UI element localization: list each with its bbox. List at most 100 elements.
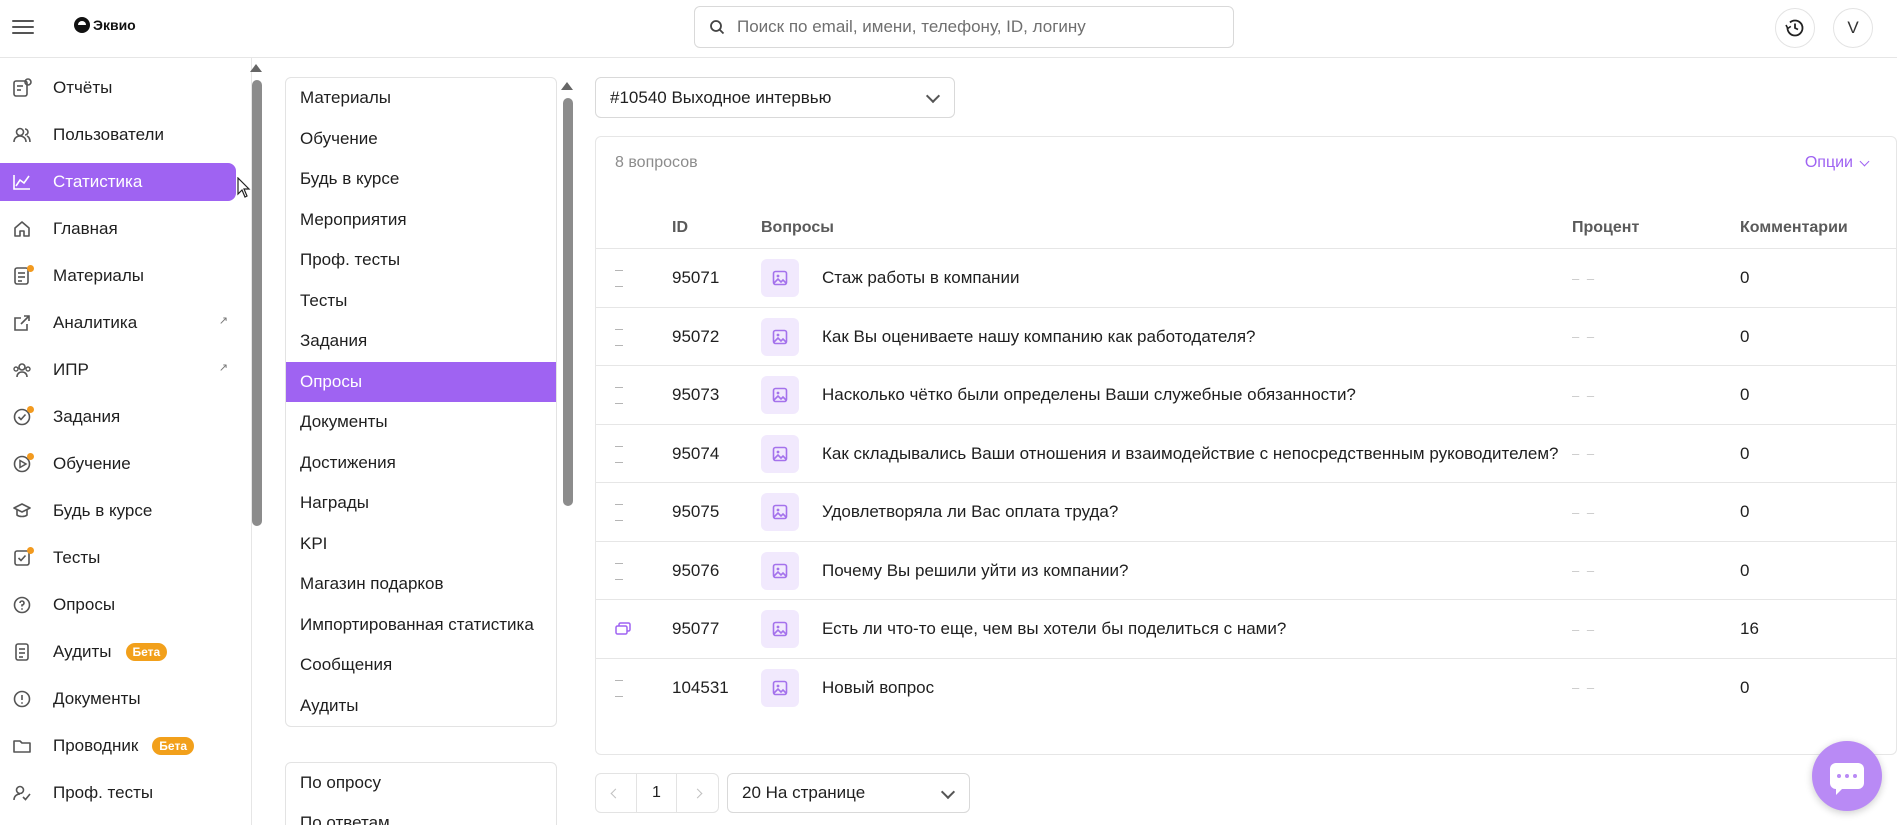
external-link-icon: ↗ <box>218 315 228 327</box>
category-item-active[interactable]: Опросы <box>286 361 556 402</box>
questions-table-card: 8 вопросов Опции ID Вопросы Процент Комм… <box>595 136 1897 755</box>
audits-icon <box>12 642 32 662</box>
folder-icon <box>12 736 32 756</box>
logo-text: Эквио <box>93 17 136 33</box>
table-row[interactable]: 95071 Стаж работы в компании – – 0 <box>596 249 1896 308</box>
category-item[interactable]: Будь в курсе <box>286 159 556 200</box>
question-percent: – – <box>1572 329 1597 344</box>
category-item[interactable]: Документы <box>286 402 556 443</box>
search-input[interactable] <box>737 17 1217 37</box>
category-item[interactable]: KPI <box>286 524 556 565</box>
row-expand-handle[interactable] <box>615 501 625 523</box>
row-expand-handle[interactable] <box>615 384 625 406</box>
options-button[interactable]: Опции <box>1804 154 1870 172</box>
logo[interactable]: Эквио <box>74 17 136 33</box>
question-id: 95077 <box>672 619 720 638</box>
row-expand-handle[interactable] <box>615 267 625 289</box>
comments-open-icon[interactable] <box>615 622 631 636</box>
sidebar-item-label: Пользователи <box>53 125 164 144</box>
category-scrollbar[interactable] <box>563 98 573 506</box>
category-item[interactable]: Тесты <box>286 281 556 322</box>
table-row[interactable]: 95072 Как Вы оцениваете нашу компанию ка… <box>596 308 1896 366</box>
question-comments: 0 <box>1740 385 1750 404</box>
user-avatar[interactable]: V <box>1833 8 1873 48</box>
row-expand-handle[interactable] <box>615 560 625 582</box>
sidebar-item-surveys[interactable]: Опросы <box>0 586 236 624</box>
question-id: 95075 <box>672 502 720 521</box>
table-row[interactable]: 104531 Новый вопрос – – 0 <box>596 659 1896 718</box>
survey-subcategory-list: По опросу По ответам <box>285 762 557 825</box>
row-expand-handle[interactable] <box>615 677 625 699</box>
search-box[interactable] <box>694 6 1234 48</box>
category-item[interactable]: Материалы <box>286 78 556 119</box>
sidebar-item-prof-tests[interactable]: Проф. тесты <box>0 774 236 812</box>
sidebar-item-label: Материалы <box>53 266 145 285</box>
sidebar-item-label: ИПР <box>53 360 89 379</box>
sidebar-item-materials[interactable]: Материалы <box>0 257 236 295</box>
sidebar-item-users[interactable]: Пользователи <box>0 116 236 154</box>
sidebar-scroll-up-arrow[interactable] <box>250 64 262 72</box>
question-text: Есть ли что-то еще, чем вы хотели бы под… <box>822 619 1287 638</box>
options-label: Опции <box>1804 154 1853 171</box>
category-item[interactable]: Магазин подарков <box>286 564 556 605</box>
sidebar-item-tests[interactable]: Тесты <box>0 539 236 577</box>
survey-select[interactable]: #10540 Выходное интервью <box>595 77 955 118</box>
sidebar-item-ipr[interactable]: ИПР ↗ <box>0 351 236 389</box>
category-scroll-up-arrow[interactable] <box>561 82 573 90</box>
category-item[interactable]: Проф. тесты <box>286 240 556 281</box>
sidebar-scrollbar[interactable] <box>252 80 262 526</box>
sidebar-item-tasks[interactable]: Задания <box>0 398 236 436</box>
image-icon <box>761 317 799 356</box>
sidebar-item-statistics[interactable]: Статистика <box>0 163 236 201</box>
per-page-select[interactable]: 20 На странице <box>727 773 970 813</box>
next-page-button[interactable] <box>677 774 718 812</box>
subcategory-item[interactable]: По ответам <box>286 803 556 825</box>
table-row[interactable]: 95077 Есть ли что-то еще, чем вы хотели … <box>596 600 1896 659</box>
category-item[interactable]: Импортированная статистика <box>286 605 556 646</box>
question-comments: 0 <box>1740 560 1750 580</box>
page-number-button[interactable]: 1 <box>637 774 678 812</box>
hamburger-menu-icon[interactable] <box>12 16 34 38</box>
row-expand-handle[interactable] <box>615 443 625 465</box>
table-row[interactable]: 95075 Удовлетворяла ли Вас оплата труда?… <box>596 483 1896 542</box>
column-header-comments[interactable]: Комментарии <box>1740 219 1848 237</box>
sidebar-item-reports[interactable]: Отчёты <box>0 69 236 107</box>
sidebar-item-explorer[interactable]: Проводник Бета <box>0 727 236 765</box>
image-icon <box>761 493 799 531</box>
sidebar-item-learning[interactable]: Обучение <box>0 445 236 483</box>
question-percent: – – <box>1572 680 1597 695</box>
category-item[interactable]: Аудиты <box>286 686 556 727</box>
column-header-id[interactable]: ID <box>672 219 688 237</box>
support-chat-button[interactable] <box>1812 741 1882 811</box>
category-item[interactable]: Обучение <box>286 119 556 160</box>
image-icon <box>761 668 799 707</box>
table-row[interactable]: 95073 Насколько чётко были определены Ва… <box>596 366 1896 425</box>
table-row[interactable]: 95076 Почему Вы решили уйти из компании?… <box>596 542 1896 600</box>
sidebar-item-analytics[interactable]: Аналитика ↗ <box>0 304 236 342</box>
history-button[interactable] <box>1775 8 1815 48</box>
question-text: Новый вопрос <box>822 677 935 697</box>
sidebar-item-news[interactable]: Будь в курсе <box>0 492 236 530</box>
previous-page-button[interactable] <box>596 774 637 812</box>
column-header-percent[interactable]: Процент <box>1572 219 1639 237</box>
column-header-question[interactable]: Вопросы <box>761 219 834 237</box>
category-item[interactable]: Награды <box>286 483 556 524</box>
category-item[interactable]: Сообщения <box>286 645 556 686</box>
row-expand-handle[interactable] <box>615 326 625 348</box>
survey-select-value: #10540 Выходное интервью <box>610 87 832 107</box>
search-icon <box>710 20 725 35</box>
notification-dot <box>27 406 34 413</box>
sidebar-item-home[interactable]: Главная <box>0 210 236 248</box>
category-item[interactable]: Мероприятия <box>286 200 556 241</box>
sidebar-item-documents[interactable]: Документы <box>0 680 236 718</box>
ipr-icon <box>12 360 32 380</box>
table-row[interactable]: 95074 Как складывались Ваши отношения и … <box>596 425 1896 483</box>
sidebar-item-label: Документы <box>53 689 141 708</box>
sidebar-item-audits[interactable]: Аудиты Бета <box>0 633 236 671</box>
question-percent: – – <box>1572 563 1597 578</box>
notification-dot <box>27 265 34 272</box>
category-item[interactable]: Достижения <box>286 443 556 484</box>
subcategory-item[interactable]: По опросу <box>286 763 556 803</box>
category-item[interactable]: Задания <box>286 321 556 362</box>
sidebar-item-label: Тесты <box>53 548 101 567</box>
